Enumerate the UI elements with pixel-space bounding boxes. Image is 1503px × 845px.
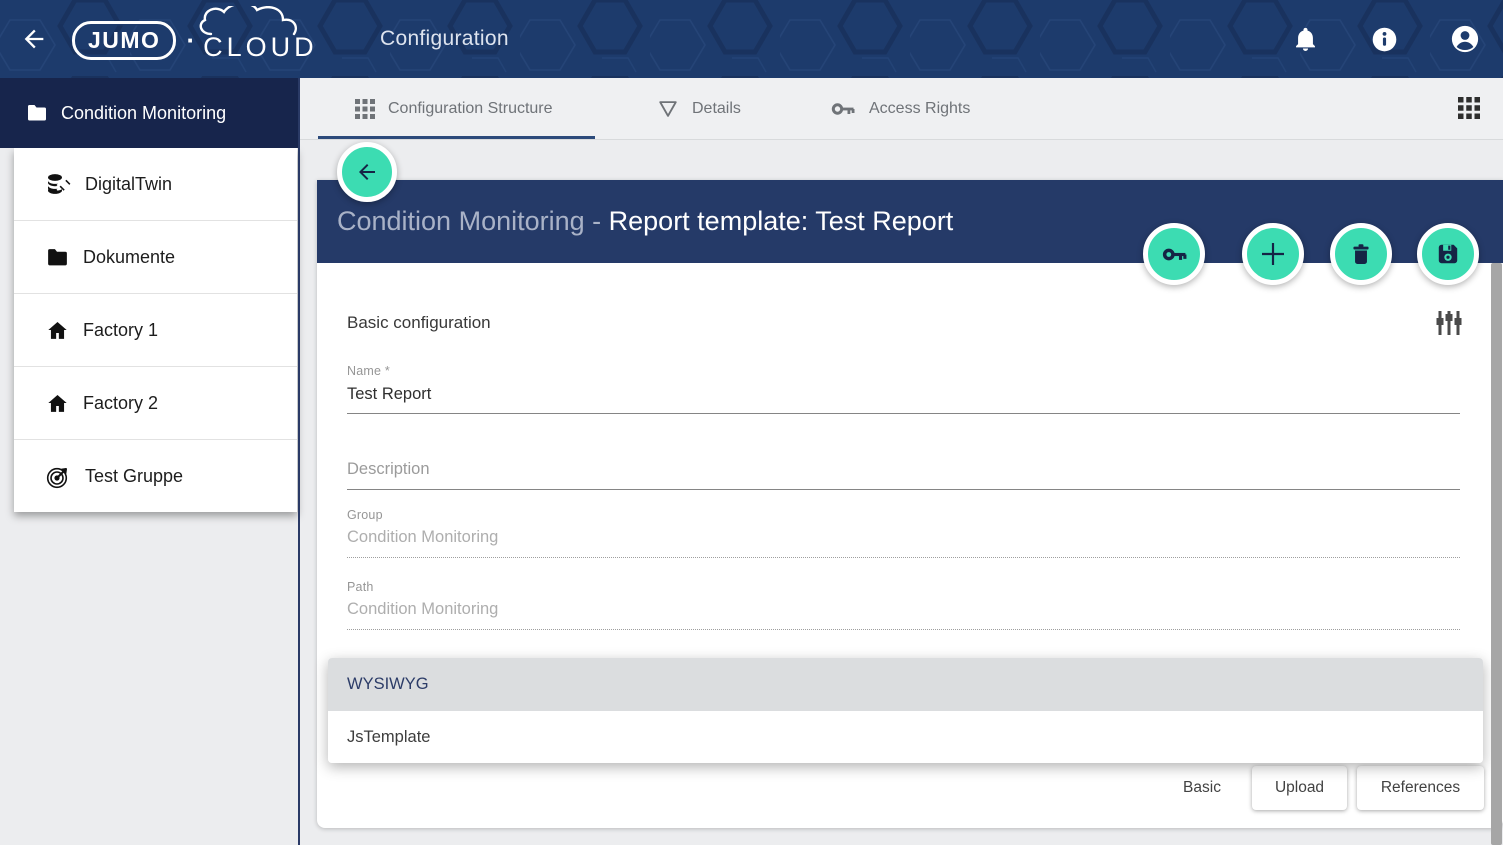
logo-separator-dot: · [186,25,195,56]
sidebar-group-label: Condition Monitoring [61,103,226,124]
info-icon[interactable] [1371,26,1398,53]
sidebar-item-test-gruppe[interactable]: Test Gruppe [14,440,297,512]
top-app-bar: JUMO · CLOUD Configuration [0,0,1503,78]
sidebar-item-factory-1[interactable]: Factory 1 [14,294,297,367]
folder-icon [25,101,49,125]
jumo-logo-pill: JUMO [72,21,176,60]
tab-label: Configuration Structure [388,100,553,118]
target-icon [45,463,72,490]
group-field-label: Group [347,508,1460,522]
cloud-logo: CLOUD [203,18,318,63]
jumo-logo-text: JUMO [88,27,160,53]
template-type-dropdown-menu: WYSIWYG JsTemplate [328,658,1483,763]
sidebar-item-dokumente[interactable]: Dokumente [14,221,297,294]
tab-details[interactable]: Details [657,78,741,140]
notifications-bell-icon[interactable] [1292,26,1319,53]
folder-icon [45,245,70,270]
sidebar-item-label: Factory 2 [83,393,158,414]
section-title: Basic configuration [347,313,491,333]
dropdown-option-jstemplate[interactable]: JsTemplate [328,711,1483,763]
tune-sliders-icon[interactable] [1435,309,1463,337]
account-icon[interactable] [1450,24,1480,54]
page-title: Configuration [380,0,509,78]
sidebar-item-label: Factory 1 [83,320,158,341]
name-field[interactable]: Name * Test Report [347,364,1460,414]
cloud-outline-icon [197,6,315,36]
group-field-value: Condition Monitoring [347,528,1460,557]
sidebar-item-factory-2[interactable]: Factory 2 [14,367,297,440]
vertical-scrollbar-thumb[interactable] [1491,263,1502,845]
apps-grid-icon[interactable] [1458,97,1480,119]
app-window: JUMO · CLOUD Configuration [0,0,1503,845]
plus-icon [1258,239,1288,269]
tab-access-rights[interactable]: Access Rights [830,78,970,140]
digital-twin-icon [45,171,72,198]
detail-panel-header: Condition Monitoring - Report template: … [317,180,1503,263]
references-button[interactable]: References [1357,766,1484,810]
back-fab-button[interactable] [337,142,397,202]
funnel-icon [657,98,679,120]
group-field: Group Condition Monitoring [347,508,1460,558]
sidebar-item-digitaltwin[interactable]: DigitalTwin [14,148,297,221]
sidebar-item-label: DigitalTwin [85,174,172,195]
name-field-label: Name * [347,364,1460,378]
path-field-value: Condition Monitoring [347,600,1460,629]
detail-title: Condition Monitoring - Report template: … [337,180,953,263]
cloud-logo-text: CLOUD [203,32,318,62]
key-icon [1161,241,1188,268]
description-field[interactable]: Description [347,460,1460,490]
grid-icon [355,99,375,119]
sidebar-item-label: Dokumente [83,247,175,268]
tab-label: Details [692,100,741,118]
upload-button[interactable]: Upload [1252,766,1347,810]
delete-fab-button[interactable] [1330,223,1392,285]
detail-title-main: Report template: Test Report [609,206,954,236]
home-icon [45,318,70,343]
sidebar-divider [298,78,300,845]
active-tab-indicator [318,136,595,139]
sidebar-group-header[interactable]: Condition Monitoring [0,78,300,148]
detail-title-prefix: Condition Monitoring - [337,206,609,236]
save-fab-button[interactable] [1417,223,1479,285]
add-fab-button[interactable] [1242,223,1304,285]
save-icon [1435,241,1461,267]
back-arrow-icon[interactable] [20,25,48,53]
name-field-value: Test Report [347,385,1460,413]
trash-icon [1348,241,1374,267]
jumo-cloud-logo: JUMO · CLOUD [72,18,318,62]
path-field-label: Path [347,580,1460,594]
dropdown-option-wysiwyg[interactable]: WYSIWYG [328,658,1483,711]
tab-bar: Configuration Structure Details Access R… [300,78,1503,140]
key-icon [830,96,856,122]
path-field: Path Condition Monitoring [347,580,1460,630]
tab-label: Access Rights [869,100,970,118]
description-placeholder: Description [347,460,1460,489]
back-arrow-icon [355,160,379,184]
sidebar-item-list: DigitalTwin Dokumente Factory 1 Factory … [14,148,297,512]
access-key-fab-button[interactable] [1143,223,1205,285]
home-icon [45,391,70,416]
tab-configuration-structure[interactable]: Configuration Structure [355,78,553,140]
basic-button[interactable]: Basic [1162,766,1242,810]
sidebar-item-label: Test Gruppe [85,466,183,487]
